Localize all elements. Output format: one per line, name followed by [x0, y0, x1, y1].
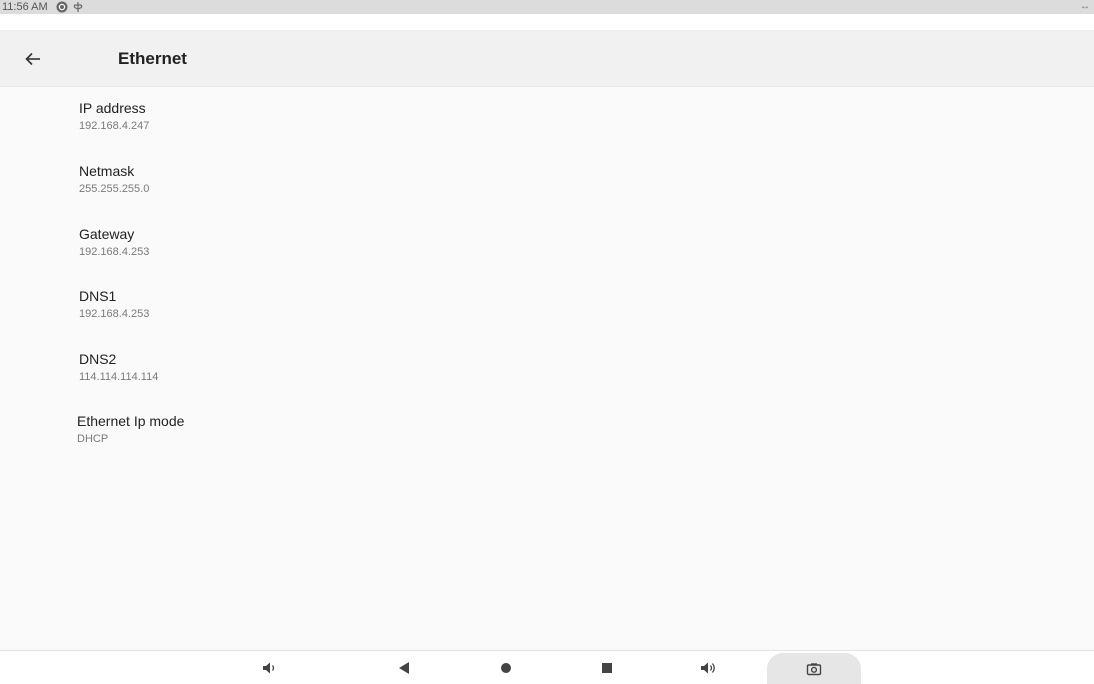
item-title: DNS1	[79, 288, 117, 304]
item-title: Ethernet Ip mode	[77, 413, 185, 429]
page-title: Ethernet	[118, 49, 187, 68]
item-summary: 255.255.255.0	[79, 183, 150, 195]
volume-up-button[interactable]	[695, 655, 723, 681]
volume-up-icon	[701, 662, 715, 674]
camera-icon	[806, 663, 822, 676]
item-summary: 192.168.4.253	[79, 308, 150, 320]
volume-down-button[interactable]	[256, 655, 284, 681]
dns2-item[interactable]: DNS2 114.114.114.114	[0, 351, 1094, 407]
back-button[interactable]	[18, 44, 48, 74]
arrow-left-icon	[25, 52, 40, 66]
item-summary: 192.168.4.253	[79, 246, 150, 258]
gateway-item[interactable]: Gateway 192.168.4.253	[0, 226, 1094, 282]
nav-back-button[interactable]	[390, 655, 418, 681]
usb-icon	[72, 1, 84, 13]
item-title: Netmask	[79, 163, 135, 179]
nav-home-button[interactable]	[492, 655, 520, 681]
item-summary: DHCP	[77, 433, 109, 445]
status-time: 11:56 AM	[2, 1, 48, 13]
app-bar: Ethernet	[0, 30, 1094, 87]
nav-recents-button[interactable]	[593, 655, 621, 681]
navigation-bar	[0, 650, 1094, 684]
item-summary: 192.168.4.247	[79, 120, 150, 132]
netmask-item[interactable]: Netmask 255.255.255.0	[0, 163, 1094, 219]
status-strip	[0, 0, 1094, 14]
status-bar: 11:56 AM ↔	[0, 0, 1094, 30]
recents-square-icon	[602, 663, 612, 673]
ip-address-item[interactable]: IP address 192.168.4.247	[0, 100, 1094, 156]
settings-screen: 11:56 AM ↔ Ethernet IP address 192.168.4…	[0, 0, 1094, 684]
ethernet-status-icon	[56, 1, 68, 13]
status-right-indicator: ↔	[1080, 1, 1090, 12]
home-circle-icon	[501, 663, 511, 673]
item-title: Gateway	[79, 226, 135, 242]
item-title: IP address	[79, 100, 146, 116]
item-summary: 114.114.114.114	[79, 371, 159, 383]
ethernet-ip-mode-item[interactable]: Ethernet Ip mode DHCP	[0, 413, 1094, 469]
volume-down-icon	[263, 662, 275, 674]
item-title: DNS2	[79, 351, 117, 367]
dns1-item[interactable]: DNS1 192.168.4.253	[0, 288, 1094, 344]
screenshot-button[interactable]	[767, 653, 861, 684]
back-triangle-icon	[399, 662, 409, 674]
